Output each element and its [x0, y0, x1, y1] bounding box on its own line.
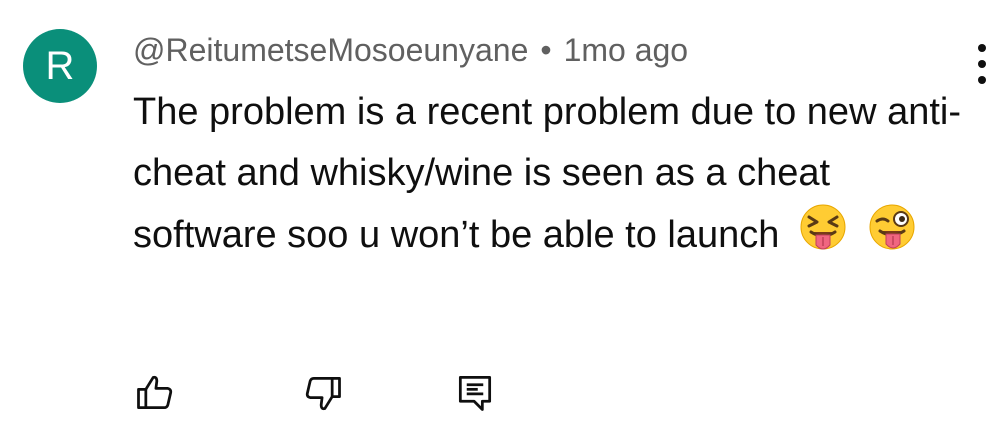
more-vertical-icon	[978, 44, 986, 52]
header-separator: •	[540, 31, 552, 68]
thumbs-up-icon	[137, 375, 173, 410]
reply-button[interactable]	[450, 368, 500, 418]
like-button[interactable]	[130, 368, 180, 418]
winking-face-with-tongue-emoji	[867, 203, 917, 274]
comment-reply-icon	[458, 376, 492, 411]
comment-timestamp[interactable]: 1mo ago	[564, 32, 689, 69]
comment-body: The problem is a recent problem due to n…	[133, 82, 973, 274]
comment-header: @ReitumetseMosoeunyane • 1mo ago	[133, 28, 688, 72]
avatar[interactable]: R	[23, 29, 97, 103]
dislike-button[interactable]	[298, 368, 348, 418]
squinting-face-with-tongue-emoji	[798, 203, 848, 274]
thumbs-down-icon	[305, 376, 341, 411]
author-handle[interactable]: @ReitumetseMosoeunyane	[133, 32, 528, 69]
more-options-button[interactable]	[975, 44, 989, 84]
comment-actions	[0, 368, 996, 418]
